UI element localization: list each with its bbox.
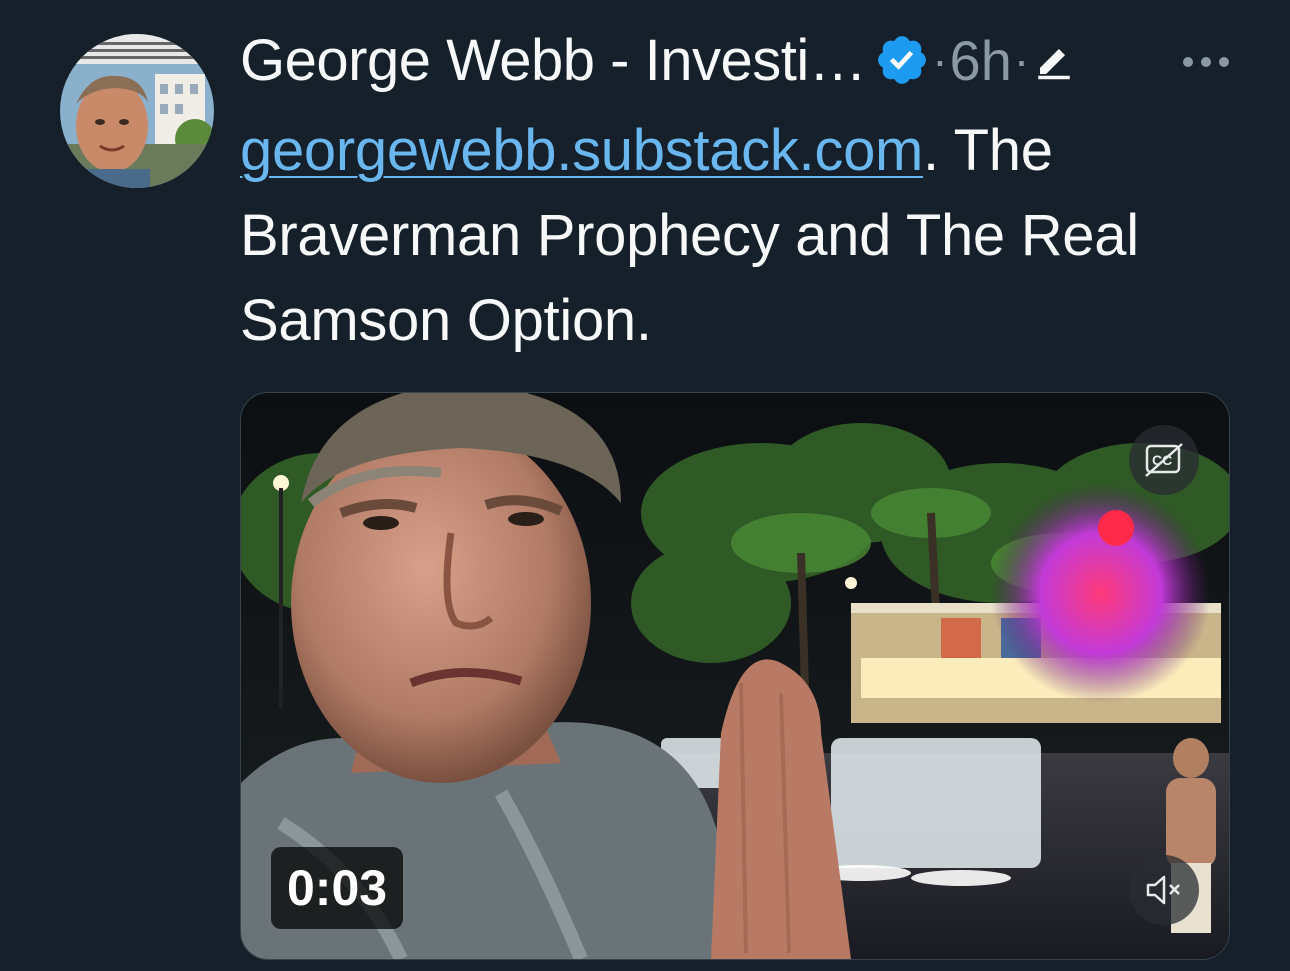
video-player[interactable]: CC 0:03 bbox=[240, 392, 1230, 960]
captions-toggle-button[interactable]: CC bbox=[1129, 425, 1199, 495]
pencil-edit-icon[interactable] bbox=[1033, 39, 1075, 81]
separator-dot: · bbox=[1013, 34, 1030, 86]
author-avatar[interactable] bbox=[60, 34, 214, 188]
mute-toggle-button[interactable] bbox=[1129, 855, 1199, 925]
more-dots-icon[interactable] bbox=[1178, 42, 1234, 82]
volume-muted-icon bbox=[1146, 875, 1180, 905]
tweet-header: George Webb - Investi… · 6h · bbox=[240, 22, 1075, 98]
separator-dot: · bbox=[932, 34, 948, 86]
closed-captions-off-icon: CC bbox=[1145, 443, 1183, 477]
author-name[interactable]: George Webb - Investi… bbox=[240, 27, 867, 94]
tweet-text: georgewebb.substack.com. The Braverman P… bbox=[240, 108, 1250, 363]
tweet-timestamp[interactable]: 6h bbox=[950, 28, 1012, 93]
avatar-image bbox=[60, 34, 214, 188]
verified-badge-icon[interactable] bbox=[874, 32, 930, 88]
substack-link[interactable]: georgewebb.substack.com bbox=[240, 118, 923, 183]
video-duration: 0:03 bbox=[271, 847, 404, 929]
